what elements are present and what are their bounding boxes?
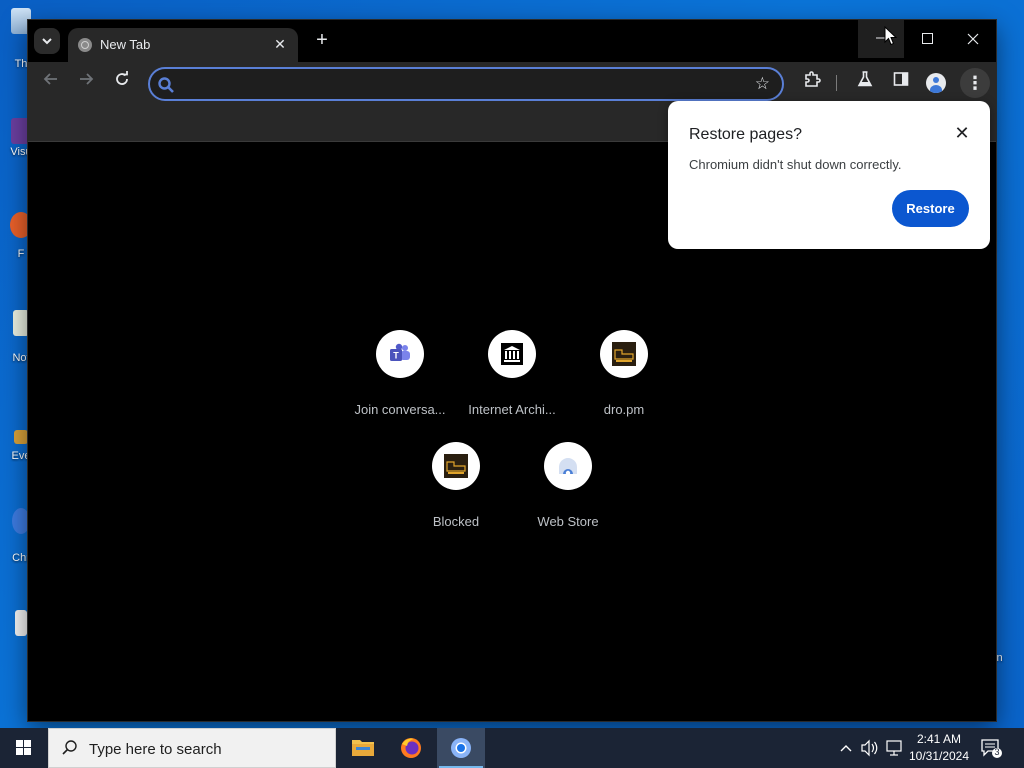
new-tab-button[interactable]: + [310, 29, 334, 53]
speaker-icon [861, 739, 878, 757]
volume-button[interactable] [860, 728, 880, 768]
back-button[interactable] [38, 70, 64, 96]
taskbar-search-box[interactable]: Type here to search [48, 728, 336, 768]
shortcut-tile[interactable]: Internet Archi... [456, 330, 568, 417]
shortcut-label: dro.pm [603, 402, 645, 417]
tab-title: New Tab [100, 37, 151, 52]
shortcut-icon-circle: T [376, 330, 424, 378]
side-panel-icon [893, 72, 909, 86]
extensions-button[interactable] [799, 70, 825, 96]
svg-text:T: T [393, 351, 399, 361]
restore-button[interactable]: Restore [892, 190, 969, 227]
forward-button[interactable] [73, 70, 99, 96]
notepad-icon [13, 310, 29, 336]
taskbar: Type here to search 2:41 AM 10/31/2024 3 [0, 728, 1024, 768]
arrow-right-icon [80, 73, 94, 85]
shortcut-icon-circle [432, 442, 480, 490]
shortcut-label: Blocked [432, 514, 480, 529]
close-icon [967, 33, 979, 45]
shortcut-tile[interactable]: Web Store [512, 442, 624, 529]
dialog-title: Restore pages? [689, 126, 802, 143]
labs-button[interactable] [852, 70, 878, 96]
network-button[interactable] [884, 728, 904, 768]
search-icon [62, 740, 77, 755]
shortcut-tile[interactable]: Blocked [400, 442, 512, 529]
teams-icon: T [390, 343, 410, 361]
maximize-icon [921, 33, 933, 44]
close-window-button[interactable] [950, 20, 996, 58]
profile-avatar-icon[interactable] [926, 73, 946, 93]
chevron-up-icon [840, 745, 852, 752]
mouse-cursor-icon [884, 26, 898, 46]
tab-new-tab[interactable]: New Tab ✕ [68, 28, 298, 62]
close-dialog-icon[interactable]: ✕ [952, 123, 972, 143]
file-icon [15, 610, 27, 636]
taskbar-clock[interactable]: 2:41 AM 10/31/2024 [906, 731, 972, 765]
side-panel-button[interactable] [888, 70, 914, 96]
blocked-site-icon [444, 454, 468, 478]
taskbar-chromium[interactable] [437, 728, 485, 768]
dialog-message: Chromium didn't shut down correctly. [689, 157, 902, 172]
dro-pm-icon [612, 342, 636, 366]
shortcut-label: Join conversa... [354, 402, 446, 417]
show-hidden-icons-button[interactable] [838, 728, 854, 768]
reload-button[interactable] [109, 70, 135, 96]
restore-pages-dialog: Restore pages? Chromium didn't shut down… [668, 101, 990, 249]
globe-icon [78, 38, 92, 52]
search-placeholder: Type here to search [89, 741, 222, 758]
shortcut-icon-circle [600, 330, 648, 378]
close-tab-icon[interactable]: ✕ [272, 36, 288, 52]
address-input[interactable] [184, 74, 744, 94]
shortcut-label: Internet Archi... [468, 402, 556, 417]
chromium-icon [451, 738, 471, 758]
chevron-down-icon [42, 38, 52, 45]
folder-icon [352, 740, 374, 756]
network-icon [886, 740, 902, 756]
shortcut-tile[interactable]: T Join conversa... [344, 330, 456, 417]
arrow-left-icon [43, 73, 57, 85]
taskbar-firefox[interactable] [387, 728, 435, 768]
tab-search-button[interactable] [34, 28, 60, 54]
shortcut-tile[interactable]: dro.pm [568, 330, 680, 417]
start-button[interactable] [0, 728, 48, 768]
everything-search-icon [14, 430, 28, 444]
search-icon [158, 77, 174, 93]
toolbar-divider [836, 75, 837, 91]
notifications-button[interactable]: 3 [980, 738, 1002, 758]
web-store-icon [559, 458, 577, 476]
clock-time: 2:41 AM [916, 732, 962, 746]
internet-archive-icon [501, 343, 523, 365]
firefox-icon [401, 738, 421, 758]
reload-icon [116, 71, 128, 85]
bookmark-star-icon[interactable]: ☆ [755, 74, 770, 94]
flask-icon [857, 71, 873, 87]
taskbar-file-explorer[interactable] [339, 728, 387, 768]
shortcut-icon-circle [488, 330, 536, 378]
clock-date: 10/31/2024 [908, 749, 970, 763]
address-bar[interactable]: ☆ [148, 67, 784, 101]
puzzle-piece-icon [805, 71, 821, 87]
windows-logo-icon [16, 740, 31, 755]
maximize-button[interactable] [904, 20, 950, 58]
shortcut-icon-circle [544, 442, 592, 490]
tab-strip: New Tab ✕ + [28, 20, 996, 62]
notification-count: 3 [994, 747, 1000, 757]
more-menu-button[interactable]: ⋮ [960, 68, 990, 98]
shortcut-label: Web Store [537, 514, 599, 529]
toolbar: ☆ ⋮ [28, 62, 996, 104]
